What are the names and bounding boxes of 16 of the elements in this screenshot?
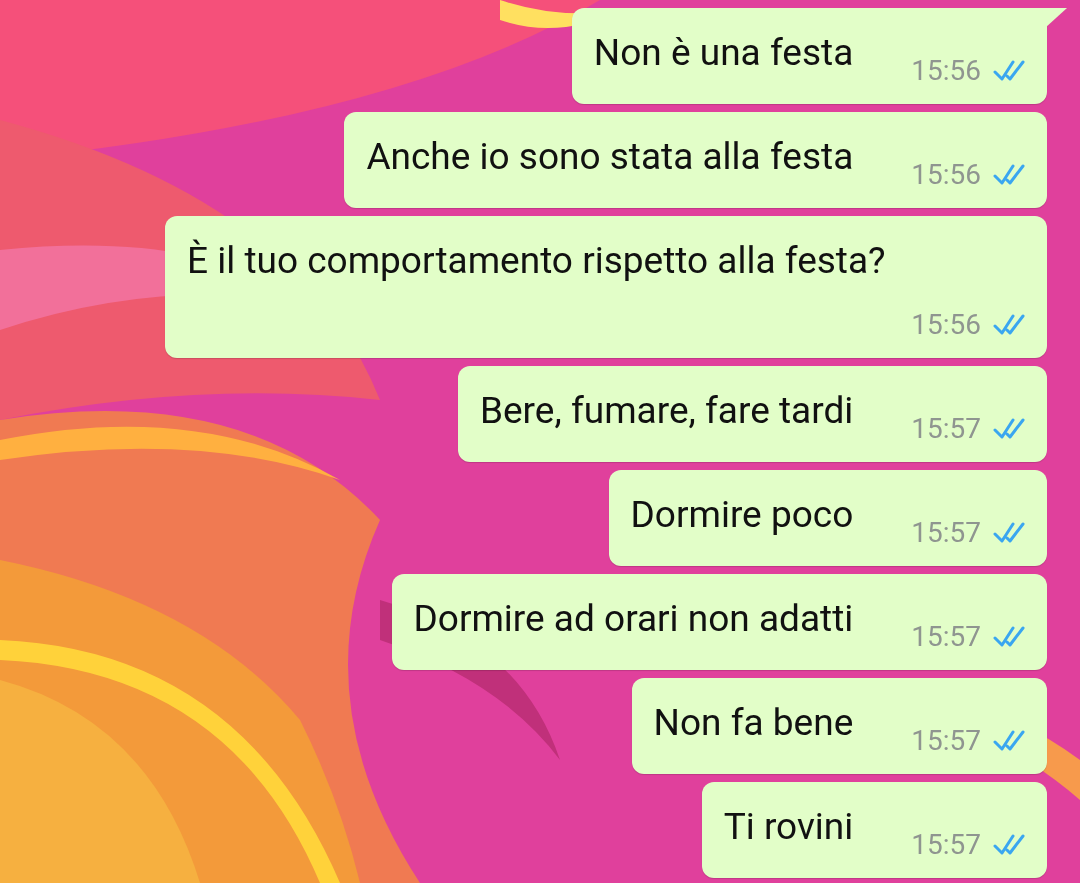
message-time: 15:57: [911, 412, 981, 446]
message-text: Dormire ad orari non adatti: [413, 596, 854, 642]
message-time: 15:57: [911, 724, 981, 758]
message-time: 15:56: [911, 54, 981, 88]
message-text: Dormire poco: [630, 492, 854, 538]
message-text: Non è una festa: [593, 30, 854, 76]
message-time: 15:57: [911, 620, 981, 654]
message-text: È il tuo comportamento rispetto alla festa?: [187, 238, 886, 284]
message-text: Bere, fumare, fare tardi: [479, 388, 854, 434]
message-time: 15:57: [911, 516, 981, 550]
message-time: 15:56: [911, 308, 981, 342]
message-text: Anche io sono stata alla festa: [366, 134, 854, 180]
message-time: 15:57: [911, 828, 981, 862]
message-text: Ti rovini: [723, 804, 854, 850]
message-time: 15:56: [911, 158, 981, 192]
message-text: Non fa bene: [653, 700, 854, 746]
